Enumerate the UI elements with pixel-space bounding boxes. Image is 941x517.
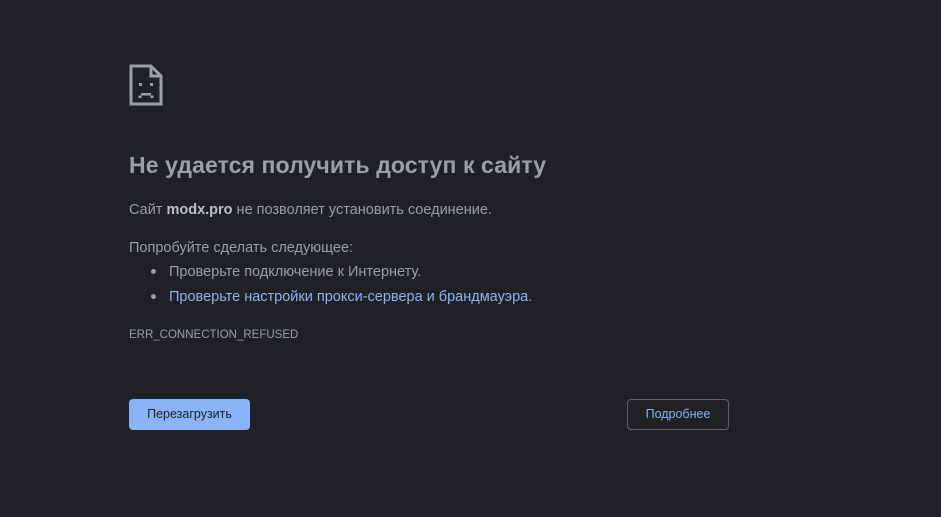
error-headline: Не удается получить доступ к сайту [129,152,547,178]
error-page: Не удается получить доступ к сайту Сайт … [0,0,941,517]
host-name: modx.pro [166,202,233,218]
suggestion-item: Проверьте подключение к Интернету. [129,263,532,288]
suggestions-list: Проверьте подключение к Интернету. Прове… [129,263,532,313]
error-code: ERR_CONNECTION_REFUSED [129,329,299,341]
bullet-icon [151,294,156,299]
suggestion-item: Проверьте настройки прокси-сервера и бра… [129,288,532,313]
proxy-firewall-settings-link[interactable]: Проверьте настройки прокси-сервера и бра… [169,289,528,305]
sad-page-icon [129,64,163,106]
suggestions-heading: Попробуйте сделать следующее: [129,240,354,256]
suggestion-text: Проверьте подключение к Интернету. [169,264,422,280]
bullet-icon [151,269,156,274]
suggestion-trailing-period: . [528,289,533,305]
reload-button[interactable]: Перезагрузить [129,399,250,430]
error-summary: Сайт modx.pro не позволяет установить со… [129,202,492,218]
details-button[interactable]: Подробнее [627,399,729,430]
summary-suffix: не позволяет установить соединение. [232,202,492,218]
summary-prefix: Сайт [129,202,167,218]
